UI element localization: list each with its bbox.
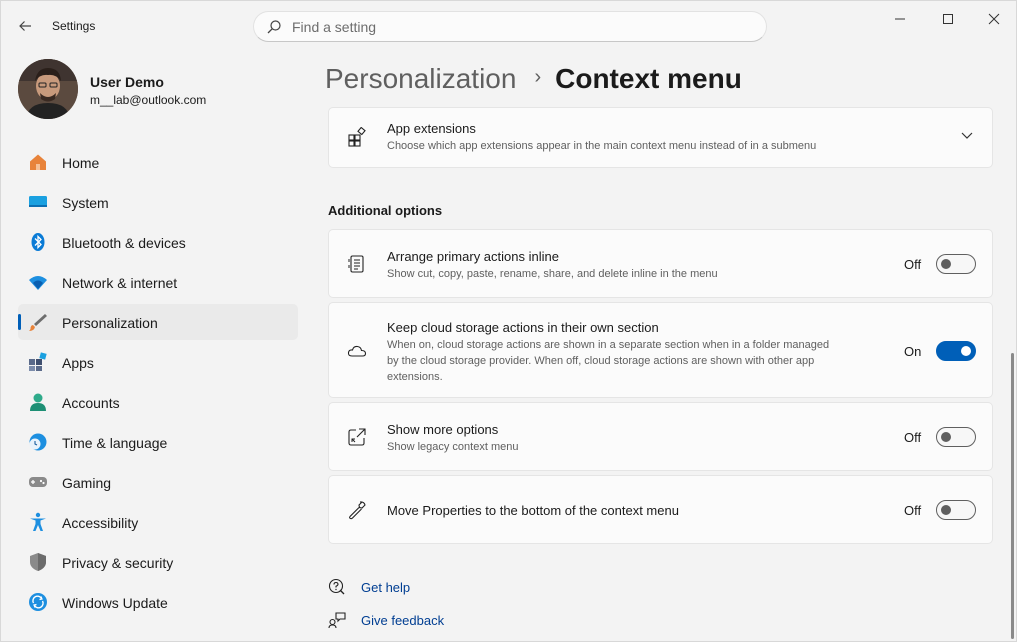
sidebar-item-windows-update[interactable]: Windows Update	[18, 584, 298, 620]
setting-title: Show more options	[387, 422, 499, 437]
breadcrumb: Personalization › Context menu	[325, 59, 742, 99]
get-help-row[interactable]: Get help	[328, 578, 410, 596]
apps-icon	[29, 352, 47, 371]
show-more-options-toggle[interactable]	[936, 427, 976, 447]
app-extensions-card[interactable]: App extensions Choose which app extensio…	[328, 107, 993, 168]
setting-description-line: by the cloud storage provider. When off,…	[387, 355, 815, 367]
setting-title: Arrange primary actions inline	[387, 249, 559, 264]
wrench-icon	[349, 501, 366, 520]
title-bar: Settings	[1, 1, 1017, 51]
setting-title: Move Properties to the bottom of the con…	[387, 503, 679, 518]
minimize-button[interactable]	[877, 5, 923, 33]
sidebar-item-label: Apps	[62, 355, 94, 371]
move-properties-card: Move Properties to the bottom of the con…	[328, 475, 993, 544]
sidebar-item-label: Bluetooth & devices	[62, 235, 186, 251]
sidebar-item-label: Personalization	[62, 315, 158, 331]
accounts-icon	[30, 393, 46, 411]
help-icon	[328, 578, 345, 595]
back-arrow-icon	[19, 21, 31, 31]
toggle-state-label: Off	[904, 503, 922, 518]
back-button[interactable]	[11, 13, 39, 39]
app-title: Settings	[52, 19, 96, 33]
settings-window: Settings User Dem	[0, 0, 1017, 642]
sidebar-item-gaming[interactable]: Gaming	[18, 464, 298, 500]
show-more-options-card: Show more options Show legacy context me…	[328, 402, 993, 471]
sidebar-item-label: Network & internet	[62, 275, 178, 291]
app-extensions-title: App extensions	[387, 121, 476, 136]
time-language-icon	[29, 433, 47, 451]
minimize-icon	[895, 18, 905, 20]
toggle-state-label: Off	[904, 430, 922, 445]
sidebar-item-network[interactable]: Network & internet	[18, 264, 298, 300]
section-heading: Additional options	[328, 203, 443, 218]
arrange-inline-toggle[interactable]	[936, 254, 976, 274]
cloud-storage-card: Keep cloud storage actions in their own …	[328, 302, 993, 398]
sidebar-item-label: Windows Update	[62, 595, 168, 611]
arrange-inline-card: Arrange primary actions inline Show cut,…	[328, 229, 993, 298]
sidebar-item-label: Gaming	[62, 475, 112, 491]
home-icon	[30, 154, 46, 170]
breadcrumb-separator: ›	[534, 65, 542, 88]
setting-title: Keep cloud storage actions in their own …	[387, 320, 659, 335]
sidebar-item-label: Home	[62, 155, 100, 171]
sidebar-item-accounts[interactable]: Accounts	[18, 384, 298, 420]
search-box[interactable]	[253, 11, 767, 42]
app-extensions-icon	[348, 127, 366, 147]
vertical-scrollbar[interactable]	[1011, 353, 1014, 639]
personalization-icon	[29, 314, 47, 331]
give-feedback-row[interactable]: Give feedback	[328, 611, 444, 629]
setting-description-line: When on, cloud storage actions are shown…	[387, 339, 830, 351]
sidebar-nav: Home System Bluetooth & devices Network …	[18, 144, 298, 624]
app-extensions-description: Choose which app extensions appear in th…	[387, 140, 817, 152]
sidebar-item-label: System	[62, 195, 109, 211]
page-title: Context menu	[555, 63, 742, 94]
breadcrumb-parent[interactable]: Personalization	[325, 63, 516, 95]
sidebar-item-system[interactable]: System	[18, 184, 298, 220]
sidebar-item-privacy-security[interactable]: Privacy & security	[18, 544, 298, 580]
search-icon	[267, 20, 281, 34]
network-icon	[29, 276, 47, 290]
toggle-state-label: Off	[904, 257, 922, 272]
maximize-button[interactable]	[925, 5, 971, 33]
search-input[interactable]	[292, 16, 752, 38]
accessibility-icon	[30, 512, 46, 531]
sidebar-item-bluetooth[interactable]: Bluetooth & devices	[18, 224, 298, 260]
privacy-shield-icon	[30, 553, 46, 571]
bluetooth-icon	[31, 233, 45, 251]
give-feedback-link[interactable]: Give feedback	[361, 613, 444, 628]
list-document-icon	[348, 255, 364, 273]
toggle-state-label: On	[904, 344, 922, 359]
close-icon	[988, 13, 1000, 25]
sidebar-item-accessibility[interactable]: Accessibility	[18, 504, 298, 540]
get-help-link[interactable]: Get help	[361, 580, 410, 595]
gaming-icon	[29, 477, 47, 487]
setting-description: Show legacy context menu	[387, 441, 519, 453]
close-button[interactable]	[971, 5, 1017, 33]
sidebar-item-label: Accessibility	[62, 515, 139, 531]
sidebar-item-personalization[interactable]: Personalization	[18, 304, 298, 340]
chevron-down-icon[interactable]	[957, 125, 977, 145]
sidebar-item-label: Privacy & security	[62, 555, 174, 571]
sidebar-item-label: Time & language	[62, 435, 168, 451]
setting-description-line: extensions.	[387, 371, 443, 383]
system-icon	[29, 196, 47, 207]
feedback-icon	[328, 612, 346, 629]
user-email: m__lab@outlook.com	[90, 93, 207, 107]
avatar[interactable]	[18, 59, 78, 119]
move-properties-toggle[interactable]	[936, 500, 976, 520]
open-external-icon	[348, 428, 366, 446]
sidebar-item-apps[interactable]: Apps	[18, 344, 298, 380]
sidebar-item-home[interactable]: Home	[18, 144, 298, 180]
user-avatar-icon	[18, 59, 78, 119]
windows-update-icon	[29, 593, 47, 611]
sidebar-item-time-language[interactable]: Time & language	[18, 424, 298, 460]
cloud-icon	[347, 345, 367, 357]
setting-description: Show cut, copy, paste, rename, share, an…	[387, 268, 718, 280]
user-name: User Demo	[90, 74, 164, 90]
sidebar-item-label: Accounts	[62, 395, 120, 411]
cloud-storage-toggle[interactable]	[936, 341, 976, 361]
maximize-icon	[943, 14, 953, 24]
